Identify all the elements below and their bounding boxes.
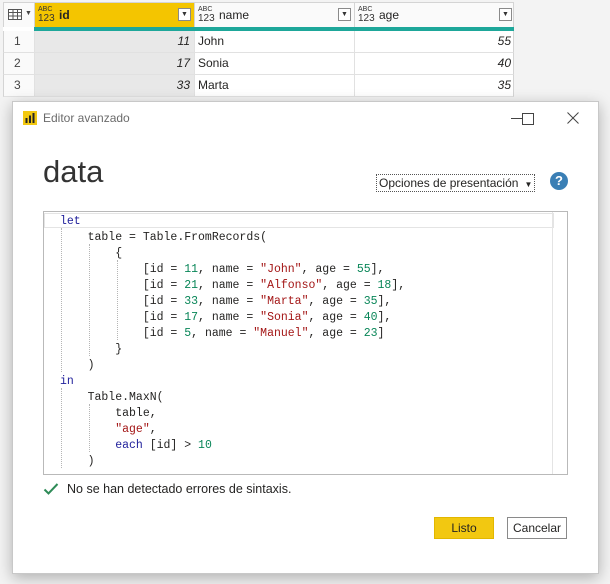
help-icon[interactable]: ? [550,172,568,190]
code-line[interactable]: table = Table.FromRecords( [60,231,267,244]
column-title: name [219,8,250,22]
code-line[interactable]: [id = 17, name = "Sonia", age = 40], [60,311,392,324]
column-header-id[interactable]: ABC 123 id ▼ [35,3,195,27]
column-header-name[interactable]: ABC 123 name ▼ [195,3,355,27]
row-number[interactable]: 1 [4,31,35,52]
display-options-label: Opciones de presentación [379,176,519,190]
cancel-button[interactable]: Cancelar [507,517,567,539]
type-any-icon[interactable]: ABC 123 [358,6,378,24]
code-text[interactable]: let table = Table.FromRecords( { [id = 1… [60,214,405,470]
code-line[interactable]: } [60,343,122,356]
checkmark-icon [43,483,59,495]
code-line[interactable]: "age", [60,423,156,436]
type-any-icon[interactable]: ABC 123 [198,6,218,24]
maximize-icon [522,113,534,125]
cell-name[interactable]: Sonia [195,53,355,74]
code-editor[interactable]: let table = Table.FromRecords( { [id = 1… [43,211,568,475]
cell-age[interactable]: 35 [355,75,515,96]
type-label-bottom: 123 [358,13,375,24]
advanced-editor-dialog: Editor avanzado data Opciones de present… [12,101,599,574]
row-number[interactable]: 3 [4,75,35,96]
cell-name[interactable]: John [195,31,355,52]
vertical-scrollbar[interactable] [552,212,567,474]
code-line[interactable]: ) [60,455,95,468]
done-button[interactable]: Listo [434,517,494,539]
code-line[interactable]: each [id] > 10 [60,439,212,452]
chevron-down-icon: ▼ [25,10,32,17]
close-icon [567,112,579,124]
display-options-dropdown[interactable]: Opciones de presentación ▼ [376,174,536,192]
cell-age[interactable]: 40 [355,53,515,74]
code-line[interactable]: ) [60,359,95,372]
row-number[interactable]: 2 [4,53,35,74]
column-title: age [379,8,400,22]
type-label-bottom: 123 [198,13,215,24]
dialog-titlebar[interactable]: Editor avanzado [13,102,598,134]
cell-name[interactable]: Marta [195,75,355,96]
power-bi-logo-icon [23,111,37,125]
chevron-down-icon: ▼ [524,180,533,189]
code-line[interactable]: let [60,215,81,228]
table-row[interactable]: 3 33 Marta 35 [3,75,514,97]
code-line[interactable]: Table.MaxN( [60,391,164,404]
dialog-title: Editor avanzado [43,111,130,125]
column-filter-dropdown[interactable]: ▼ [338,8,351,21]
column-filter-dropdown[interactable]: ▼ [178,8,191,21]
cell-id[interactable]: 11 [35,31,195,52]
code-line[interactable]: table, [60,407,156,420]
code-line[interactable]: { [60,247,122,260]
type-label-bottom: 123 [38,13,55,24]
code-line[interactable]: [id = 33, name = "Marta", age = 35], [60,295,392,308]
code-line[interactable]: [id = 21, name = "Alfonso", age = 18], [60,279,405,292]
close-button[interactable] [554,106,594,130]
table-row[interactable]: 1 11 John 55 [3,31,514,53]
syntax-status-text: No se han detectado errores de sintaxis. [67,482,292,496]
cell-age[interactable]: 55 [355,31,515,52]
table-icon [8,9,22,20]
maximize-button[interactable] [509,106,549,130]
table-row[interactable]: 2 17 Sonia 40 [3,53,514,75]
type-any-icon[interactable]: ABC 123 [38,6,58,24]
grid-header: ▼ ABC 123 id ▼ ABC 123 name ▼ ABC 123 ag… [3,2,514,27]
data-grid: ▼ ABC 123 id ▼ ABC 123 name ▼ ABC 123 ag… [3,2,514,97]
code-line[interactable]: [id = 11, name = "John", age = 55], [60,263,385,276]
code-line[interactable]: [id = 5, name = "Manuel", age = 23] [60,327,385,340]
code-line[interactable]: in [60,375,74,388]
cell-id[interactable]: 17 [35,53,195,74]
cell-id[interactable]: 33 [35,75,195,96]
column-header-age[interactable]: ABC 123 age ▼ [355,3,515,27]
table-options-button[interactable]: ▼ [4,3,35,27]
column-title: id [59,8,70,22]
column-filter-dropdown[interactable]: ▼ [499,8,512,21]
query-name-title: data [43,154,104,189]
